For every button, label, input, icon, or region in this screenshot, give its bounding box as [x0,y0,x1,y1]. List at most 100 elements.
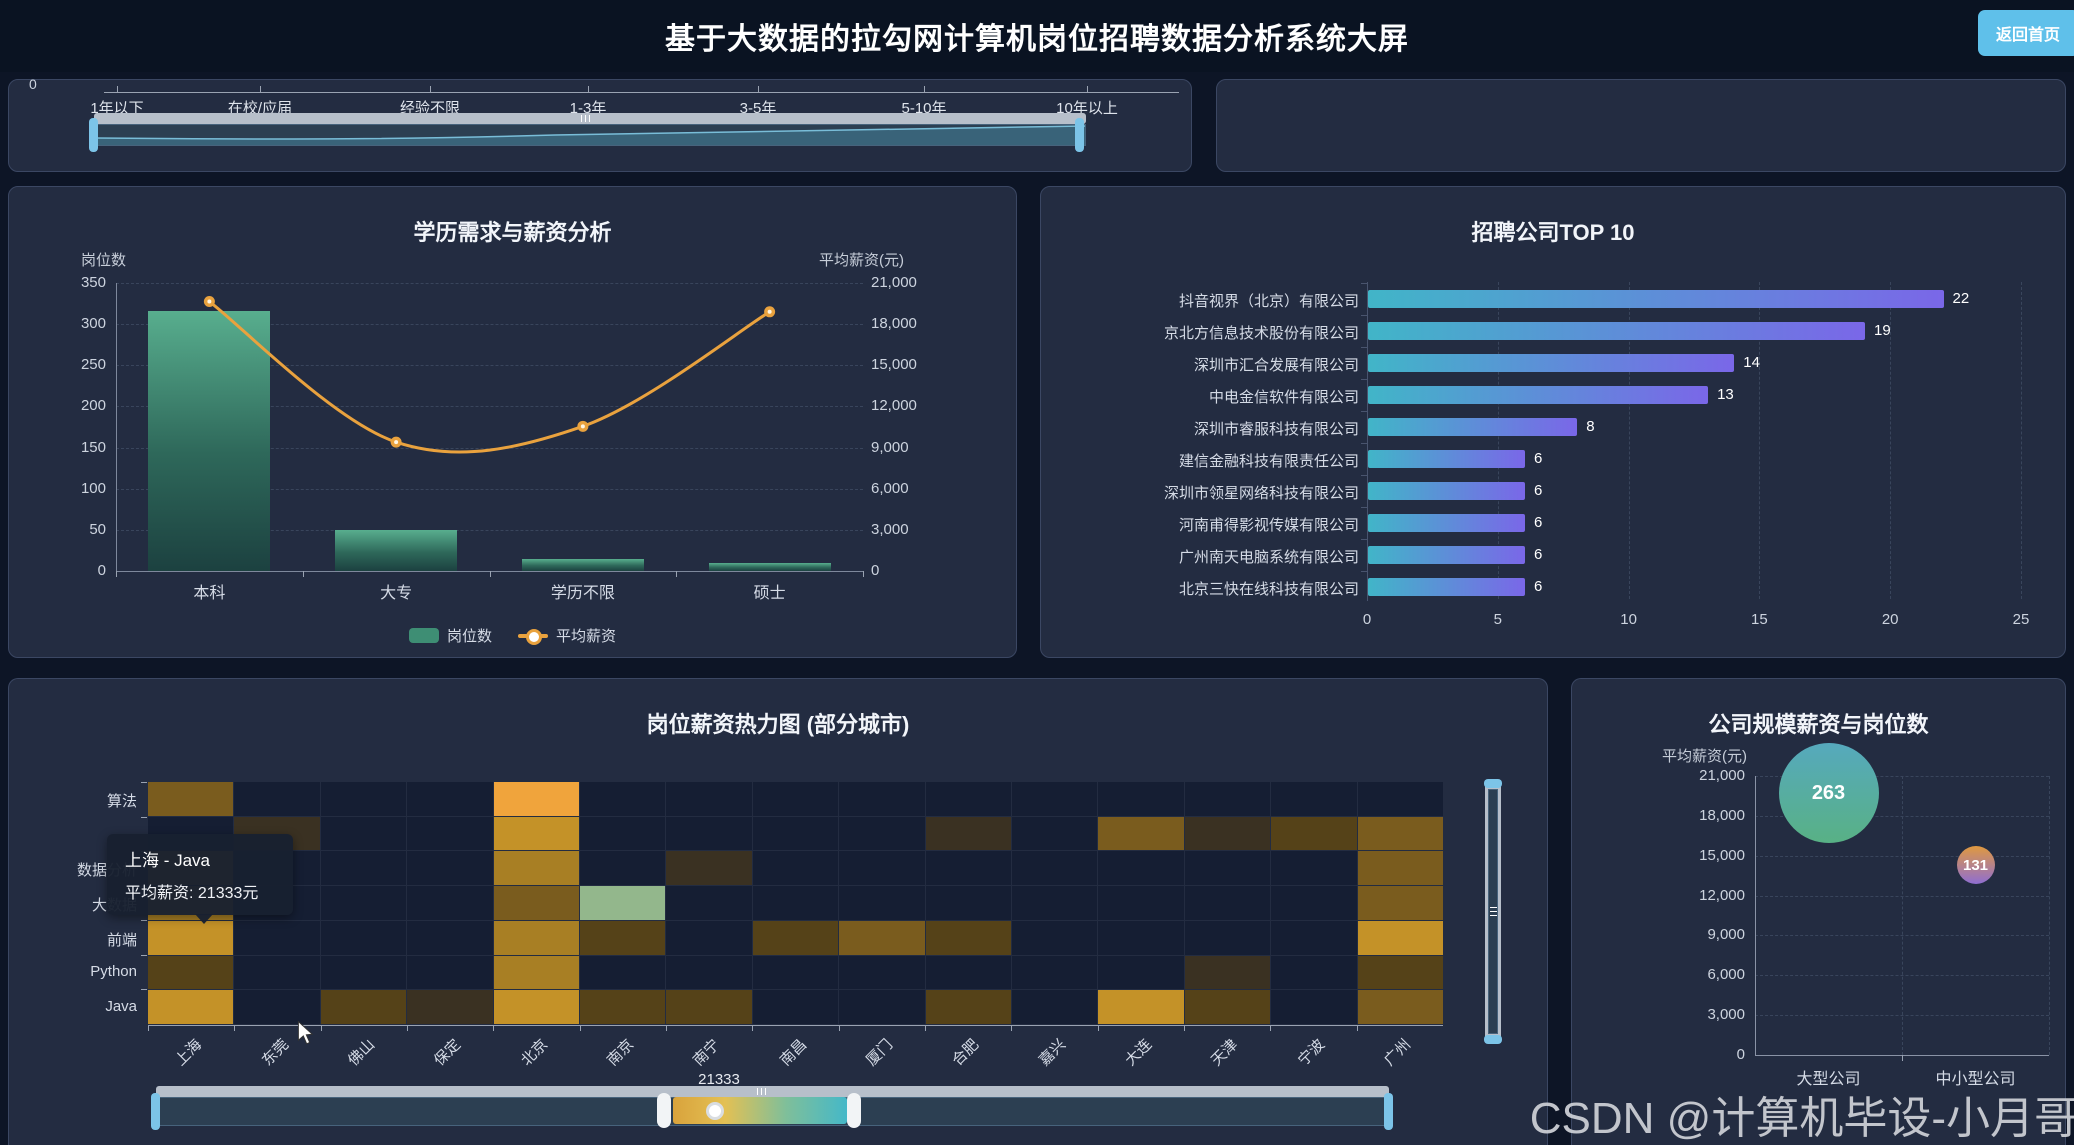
heatmap-cell[interactable] [1012,921,1097,955]
heatmap-cell[interactable] [494,990,579,1024]
company-bar[interactable] [1368,514,1525,532]
datazoom-rail[interactable] [94,113,1086,124]
horizontal-datazoom-handle-right[interactable] [1384,1093,1393,1130]
heatmap-cell[interactable] [580,921,665,955]
heatmap-cell[interactable] [1098,956,1183,990]
heatmap-cell[interactable] [148,782,233,816]
heatmap-cell[interactable] [580,817,665,851]
heatmap-cell[interactable] [1012,817,1097,851]
heatmap-cell[interactable] [494,851,579,885]
heatmap-cell[interactable] [753,851,838,885]
vertical-datazoom-grip-icon[interactable] [1490,907,1497,916]
heatmap-cell[interactable] [1185,886,1270,920]
salary-line-point[interactable] [764,306,775,317]
heatmap-cell[interactable] [1271,956,1356,990]
heatmap-cell[interactable] [407,990,492,1024]
company-bar[interactable] [1368,290,1944,308]
heatmap-cell[interactable] [1358,990,1443,1024]
heatmap-cell[interactable] [753,956,838,990]
heatmap-cell[interactable] [1271,817,1356,851]
scatter-bubble[interactable]: 263 [1779,743,1879,843]
heatmap-cell[interactable] [1185,782,1270,816]
heatmap-cell[interactable] [494,921,579,955]
heatmap-cell[interactable] [1098,921,1183,955]
heatmap-cell[interactable] [1358,921,1443,955]
heatmap-cell[interactable] [580,990,665,1024]
company-bar[interactable] [1368,418,1577,436]
heatmap-cell[interactable] [666,817,751,851]
heatmap-cell[interactable] [839,886,924,920]
heatmap-cell[interactable] [926,956,1011,990]
heatmap-cell[interactable] [839,851,924,885]
legend-item-jobs[interactable]: 岗位数 [409,625,492,646]
datazoom-handle-right[interactable] [1075,118,1084,152]
heatmap-cell[interactable] [1012,782,1097,816]
company-bar[interactable] [1368,578,1525,596]
datazoom-grip-icon[interactable] [581,115,590,122]
heatmap-cell[interactable] [926,990,1011,1024]
heatmap-cell[interactable] [1012,956,1097,990]
heatmap-cell[interactable] [1185,921,1270,955]
education-bar[interactable] [148,311,270,571]
heatmap-cell[interactable] [1358,782,1443,816]
heatmap-cell[interactable] [321,990,406,1024]
heatmap-cell[interactable] [148,956,233,990]
heatmap-cell[interactable] [1271,851,1356,885]
heatmap-cell[interactable] [407,921,492,955]
company-bar[interactable] [1368,546,1525,564]
company-bar[interactable] [1368,450,1525,468]
heatmap-cell[interactable] [234,956,319,990]
heatmap-cell[interactable] [234,990,319,1024]
heatmap-cell[interactable] [1185,956,1270,990]
company-bar[interactable] [1368,322,1865,340]
heatmap-cell[interactable] [666,956,751,990]
heatmap-cell[interactable] [1012,886,1097,920]
heatmap-cell[interactable] [839,817,924,851]
heatmap-cell[interactable] [1012,851,1097,885]
legend-item-salary[interactable]: 平均薪资 [518,625,616,646]
heatmap-cell[interactable] [234,921,319,955]
salary-line-point[interactable] [391,437,402,448]
heatmap-cell[interactable] [580,956,665,990]
scatter-bubble[interactable]: 131 [1957,846,1995,884]
heatmap-cell[interactable] [753,990,838,1024]
heatmap-cell[interactable] [494,817,579,851]
heatmap-cell[interactable] [666,782,751,816]
heatmap-cell[interactable] [1098,990,1183,1024]
heatmap-cell[interactable] [1271,921,1356,955]
heatmap-cell[interactable] [666,990,751,1024]
heatmap-cell[interactable] [666,886,751,920]
heatmap-cell[interactable] [1271,782,1356,816]
heatmap-cell[interactable] [407,782,492,816]
heatmap-cell[interactable] [926,886,1011,920]
heatmap-cell[interactable] [321,782,406,816]
heatmap-cell[interactable] [1185,817,1270,851]
heatmap-cell[interactable] [666,921,751,955]
heatmap-cell[interactable] [580,851,665,885]
salary-line-point[interactable] [204,296,215,307]
vertical-datazoom-handle-top[interactable] [1484,779,1502,788]
heatmap-cell[interactable] [839,921,924,955]
company-bar[interactable] [1368,354,1734,372]
horizontal-datazoom-handle-left[interactable] [151,1093,160,1130]
heatmap-cell[interactable] [321,817,406,851]
heatmap-cell[interactable] [926,921,1011,955]
heatmap-cell[interactable] [407,886,492,920]
heatmap-cell[interactable] [926,782,1011,816]
heatmap-cell[interactable] [494,782,579,816]
heatmap-cell[interactable] [1098,817,1183,851]
heatmap-cell[interactable] [1098,851,1183,885]
company-bar[interactable] [1368,482,1525,500]
heatmap-cell[interactable] [580,782,665,816]
heatmap-cell[interactable] [580,886,665,920]
heatmap-cell[interactable] [1098,782,1183,816]
heatmap-cell[interactable] [321,921,406,955]
education-bar[interactable] [335,530,457,571]
heatmap-cell[interactable] [1185,851,1270,885]
heatmap-cell[interactable] [1271,886,1356,920]
heatmap-cell[interactable] [494,956,579,990]
heatmap-cell[interactable] [407,851,492,885]
datazoom-track[interactable] [94,124,1086,146]
heatmap-cell[interactable] [1358,817,1443,851]
visualmap-handle-left[interactable] [657,1093,671,1128]
